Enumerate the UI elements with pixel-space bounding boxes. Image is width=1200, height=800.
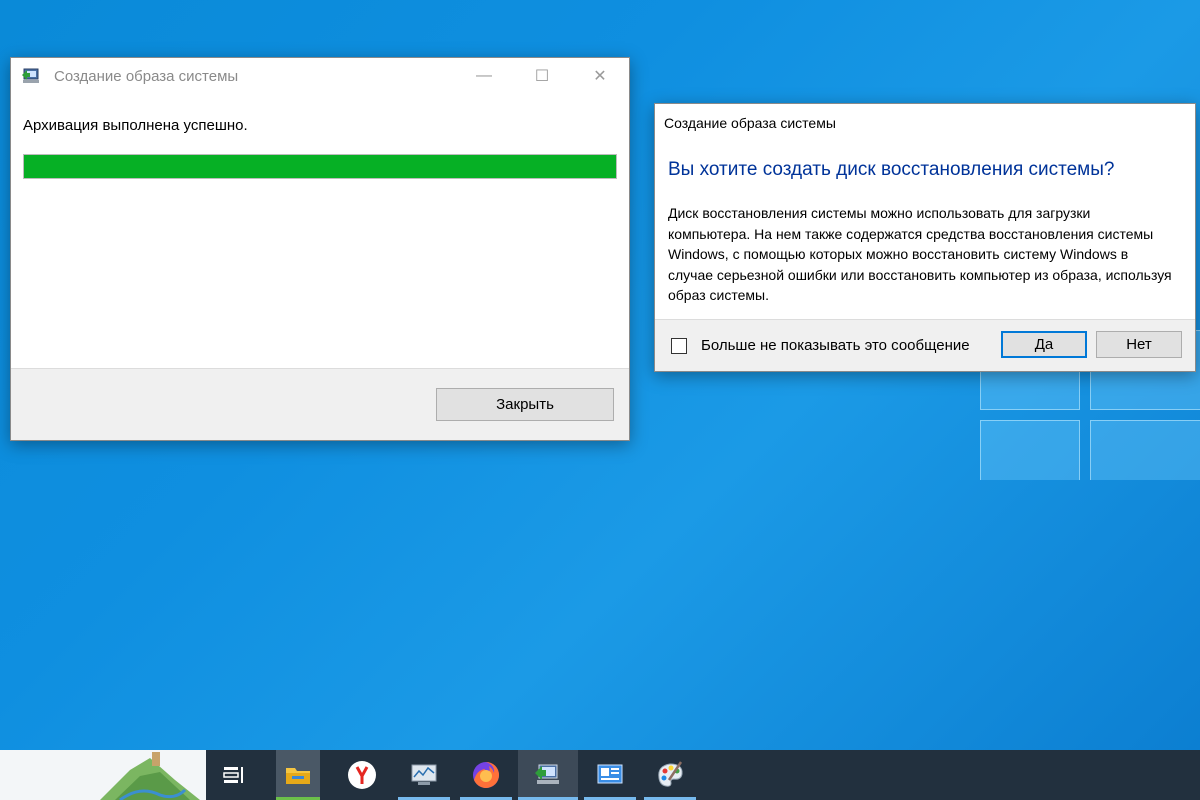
dialog-footer: Больше не показывать это сообщение Да Не… [655,319,1195,371]
file-explorer-button[interactable] [276,750,320,800]
maximize-button[interactable]: ☐ [513,58,571,94]
start-area-wallpaper [0,750,206,800]
progress-bar [23,154,617,179]
yandex-browser-button[interactable] [336,750,388,800]
backup-progress-window: Создание образа системы — ☐ ✕ Архивация … [10,57,630,441]
task-view-button[interactable] [208,750,260,800]
control-panel-button[interactable] [584,750,636,800]
control-panel-icon [597,764,623,784]
recovery-disk-dialog: Создание образа системы Вы хотите создат… [654,103,1196,372]
dialog-body-text: Диск восстановления системы можно исполь… [668,205,1172,303]
close-window-button[interactable]: ✕ [571,58,629,94]
paint-button[interactable] [644,750,696,800]
system-image-backup-icon [22,68,39,83]
close-button[interactable]: Закрыть [436,388,614,421]
resource-monitor-icon [411,764,437,785]
dialog-title: Создание образа системы [664,115,836,131]
task-view-icon [223,767,243,783]
dialog-titlebar[interactable]: Создание образа системы [655,104,1195,142]
paint-icon [658,761,683,787]
backup-status-text: Архивация выполнена успешно. [23,117,248,134]
dont-show-again-checkbox[interactable] [671,337,687,354]
minimize-button[interactable]: — [455,58,513,94]
firefox-button[interactable] [460,750,512,800]
yes-button[interactable]: Да [1001,331,1087,358]
taskbar [0,750,1200,800]
system-image-backup-taskbar-button[interactable] [518,750,578,800]
firefox-icon [473,762,499,788]
dialog-heading: Вы хотите создать диск восстановления си… [668,159,1115,180]
file-explorer-icon [286,768,310,784]
progress-bar-fill [24,155,616,178]
dont-show-again-row[interactable]: Больше не показывать это сообщение [671,337,970,354]
resource-monitor-button[interactable] [398,750,450,800]
system-image-backup-icon [535,764,559,784]
no-button[interactable]: Нет [1096,331,1182,358]
window-title: Создание образа системы [54,67,239,85]
dont-show-again-label: Больше не показывать это сообщение [701,337,970,354]
yandex-browser-icon [348,761,376,789]
window-titlebar[interactable]: Создание образа системы — ☐ ✕ [11,58,629,94]
window-footer: Закрыть [11,368,629,440]
